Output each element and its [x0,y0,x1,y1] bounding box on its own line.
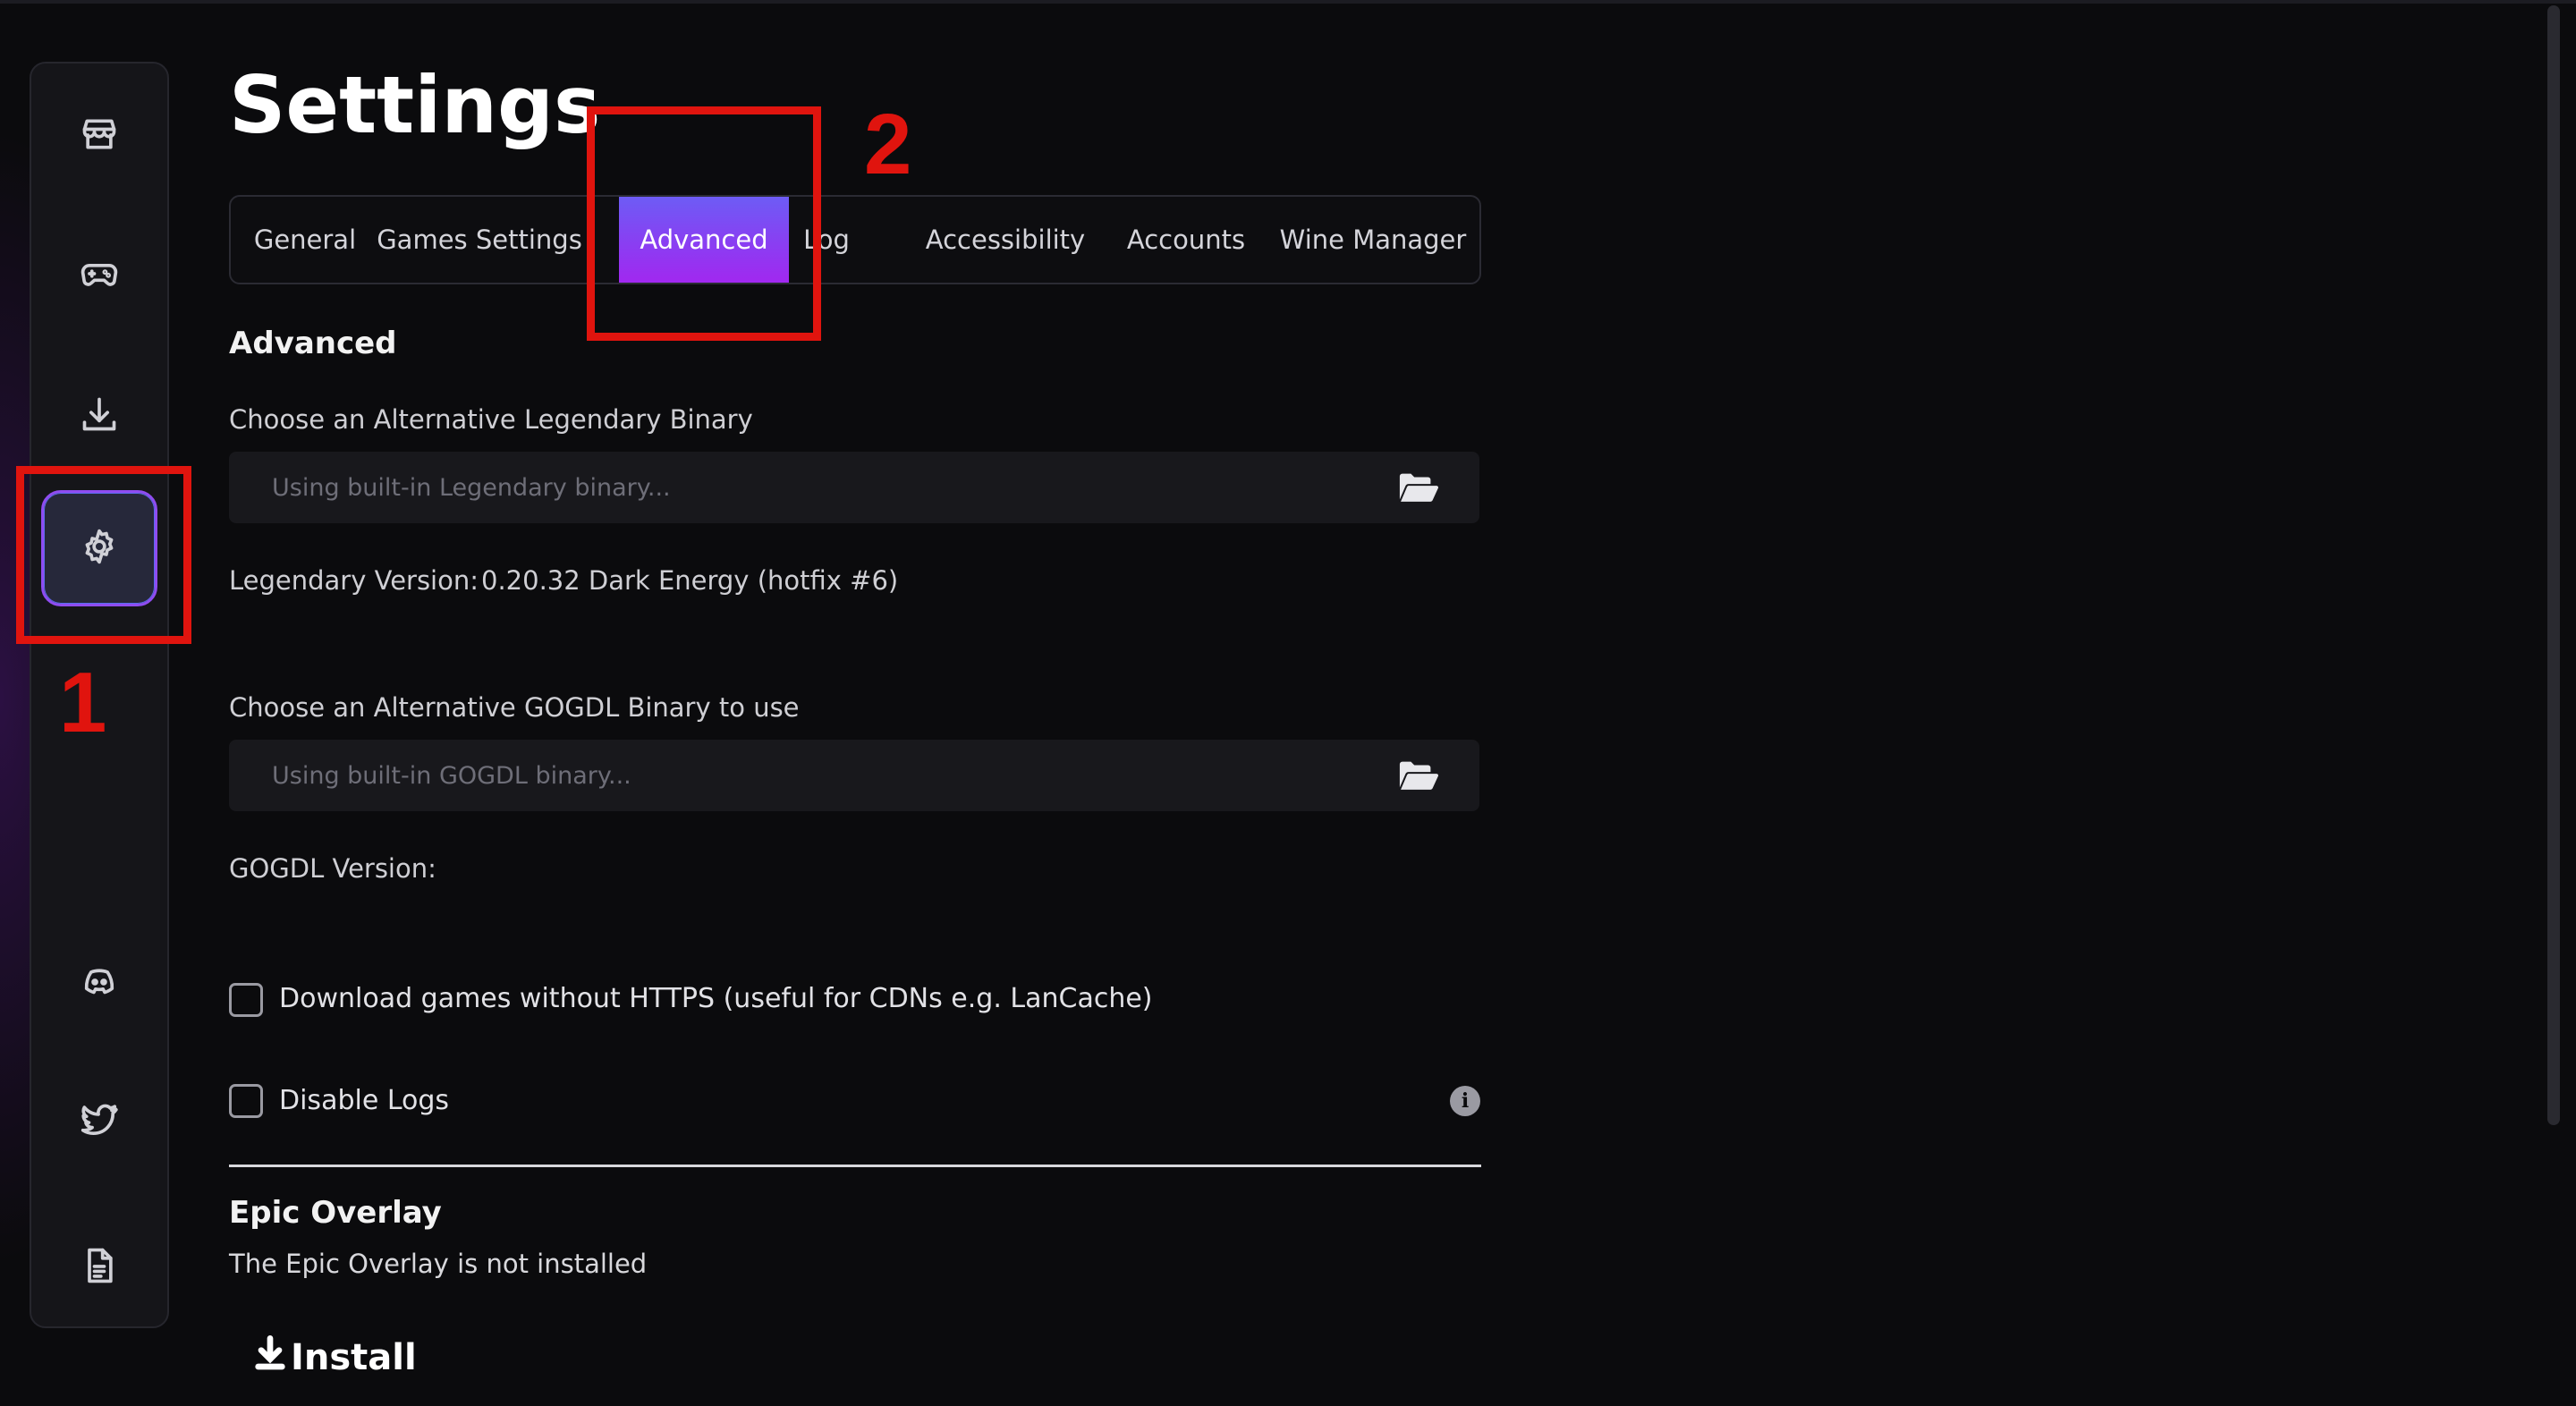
no-https-label[interactable]: Download games without HTTPS (useful for… [279,983,1153,1014]
info-icon[interactable]: i [1450,1086,1480,1116]
disable-logs-checkbox[interactable] [229,1084,263,1118]
page-title: Settings [229,59,601,151]
download-icon [80,394,119,437]
gogdl-version-label: GOGDL Version: [229,853,436,884]
twitter-icon [80,1100,119,1143]
store-icon [80,114,119,157]
no-https-checkbox[interactable] [229,983,263,1017]
gamepad-icon [80,254,119,297]
annotation-box-1 [16,466,191,644]
window-top-border [0,0,2576,4]
annotation-number-1: 1 [59,655,107,750]
discord-icon [80,961,119,1004]
folder-open-icon[interactable] [1398,759,1439,792]
section-heading-advanced: Advanced [229,326,397,361]
legendary-binary-label: Choose an Alternative Legendary Binary [229,404,753,435]
install-overlay-button[interactable]: Install [255,1331,417,1385]
annotation-number-2: 2 [864,97,912,192]
sidebar-item-library[interactable] [41,217,157,334]
tab-games-settings[interactable]: Games Settings [377,197,582,283]
tab-general[interactable]: General [231,197,379,283]
download-icon [255,1335,285,1380]
tab-wine-manager[interactable]: Wine Manager [1267,197,1479,283]
legendary-version-label: Legendary Version: [229,565,479,596]
folder-open-icon[interactable] [1398,471,1439,504]
sidebar-item-discord[interactable] [41,925,157,1041]
legendary-binary-input[interactable] [229,452,1479,523]
section-divider [229,1165,1481,1167]
legendary-version-value: 0.20.32 Dark Energy (hotfix #6) [481,565,899,596]
gogdl-binary-input[interactable] [229,740,1479,811]
sidebar-item-twitter[interactable] [41,1063,157,1180]
annotation-box-2 [587,106,821,341]
sidebar-item-downloads[interactable] [41,358,157,474]
gogdl-binary-label: Choose an Alternative GOGDL Binary to us… [229,692,800,723]
vertical-scrollbar[interactable] [2547,5,2560,1125]
disable-logs-label[interactable]: Disable Logs [279,1085,449,1116]
tab-accessibility[interactable]: Accessibility [905,197,1106,283]
epic-overlay-status: The Epic Overlay is not installed [229,1249,648,1279]
install-button-label: Install [291,1337,417,1378]
sidebar-item-store[interactable] [41,78,157,194]
section-heading-epic-overlay: Epic Overlay [229,1195,442,1231]
tab-accounts[interactable]: Accounts [1106,197,1267,283]
document-icon [80,1246,119,1289]
sidebar-item-docs[interactable] [41,1209,157,1326]
settings-tab-bar: General Games Settings Advanced Log Acce… [229,195,1481,284]
